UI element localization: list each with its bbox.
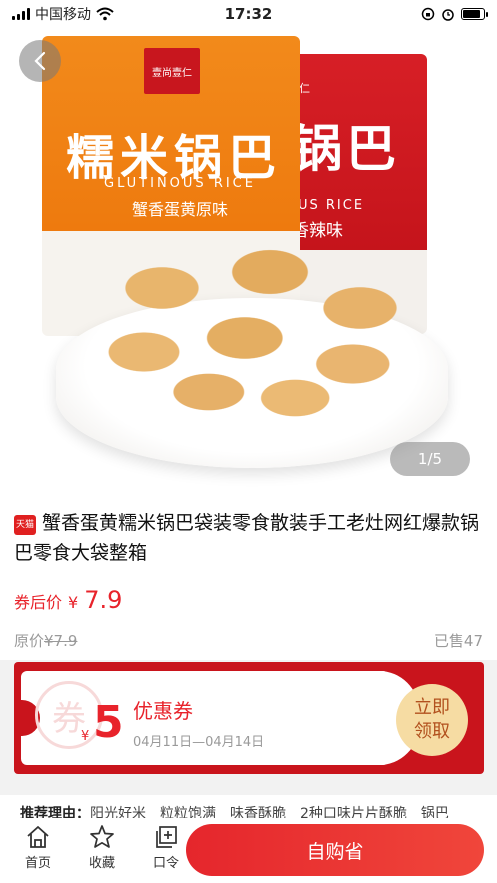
coupon-name: 优惠券 [133,699,193,723]
tab-home[interactable]: 首页 [12,818,64,871]
signal-icon [12,8,30,20]
coupon-symbol: ¥ [81,729,90,744]
tab-code-label: 口令 [152,856,179,871]
status-bar: 中国移动 17:32 [0,0,497,28]
bag-subtitle: GLUTINOUS RICE [104,176,256,191]
price-label: 券后价 [14,593,63,612]
home-icon [27,826,49,848]
carrier-label: 中国移动 [35,7,91,23]
battery-icon [461,8,488,20]
code-copy-icon [156,826,177,848]
sold-count: 已售47 [433,632,483,650]
price-value: 7.9 [84,586,123,614]
lock-rotation-icon [421,7,435,21]
bag-title: 锅巴 [292,120,400,178]
coupon-dates: 04月11日—04月14日 [133,735,265,750]
original-price: ¥7.9 [44,632,78,650]
product-info: 天猫 蟹香蛋黄糯米锅巴袋装零食散装手工老灶网红爆款锅巴零食大袋整箱 券后价 ¥ 7… [0,490,497,660]
original-price-row: 原价¥7.9 已售47 [14,630,483,651]
product-title-block: 天猫 蟹香蛋黄糯米锅巴袋装零食散装手工老灶网红爆款锅巴零食大袋整箱 [14,508,483,568]
coupon-amount: 5 [93,697,124,748]
star-icon [90,825,114,848]
status-time: 17:32 [224,5,273,23]
tab-home-label: 首页 [24,856,51,871]
bottom-action-bar: 首页 收藏 口令 自购省 [0,818,497,883]
claim-label-1: 立即 [414,697,450,718]
tab-code[interactable]: 口令 [140,818,192,871]
rice-crackers-image [72,228,432,428]
image-counter: 1/5 [390,442,470,476]
claim-coupon-button[interactable]: 立即 领取 [396,684,468,756]
coupon-ticket: 券 ¥ 5 优惠券 04月11日—04月14日 [20,671,419,765]
chevron-left-icon [34,51,46,71]
original-label: 原价 [14,632,45,650]
back-button[interactable] [19,40,61,82]
price-row: 券后价 ¥ 7.9 [14,586,483,614]
tmall-badge: 天猫 [14,515,36,535]
tab-favorite-label: 收藏 [88,856,115,871]
tab-favorite[interactable]: 收藏 [76,818,128,871]
coupon-card[interactable]: 券 ¥ 5 优惠券 04月11日—04月14日 立即领取 [14,662,484,774]
wifi-icon [96,7,114,21]
bag-subtitle: US RICE [298,198,365,213]
claim-label-2: 领取 [414,721,450,742]
product-title: 蟹香蛋黄糯米锅巴袋装零食散装手工老灶网红爆款锅巴零食大袋整箱 [14,512,480,564]
brand-logo: 壹尚壹仁 [144,48,200,94]
alarm-icon [442,9,454,21]
product-image-carousel[interactable]: 壹仁 锅巴 US RICE 香辣味 壹尚壹仁 糯米锅巴 GLUTINOUS RI… [0,28,497,490]
self-buy-button[interactable]: 自购省 [186,824,484,876]
price-symbol: ¥ [68,593,79,612]
bag-flavor: 蟹香蛋黄原味 [132,200,229,219]
